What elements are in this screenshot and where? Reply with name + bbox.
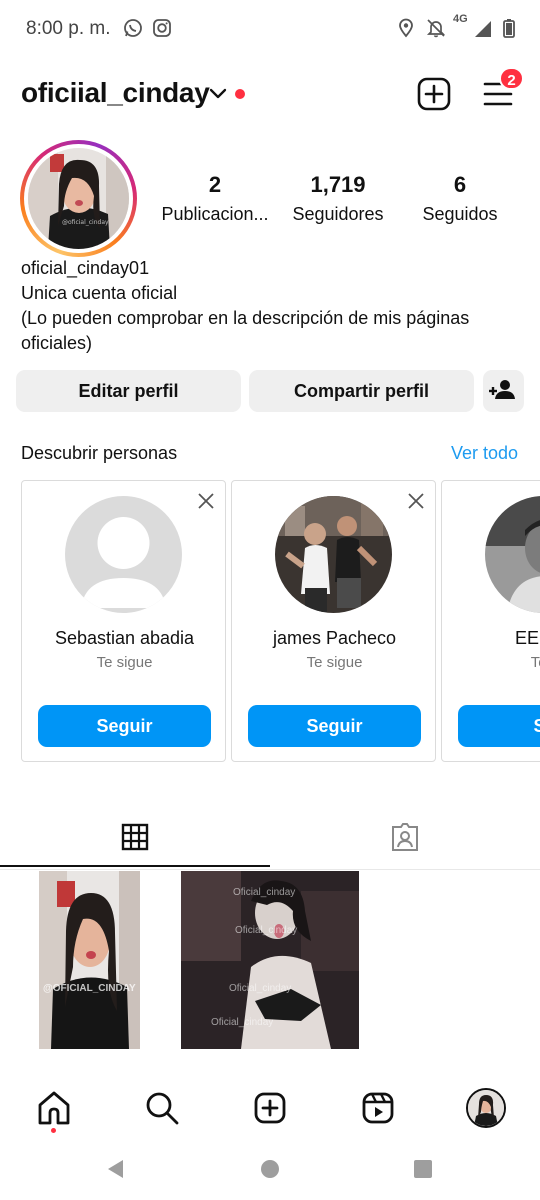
active-tab-indicator <box>0 865 270 867</box>
whatsapp-icon <box>124 19 142 37</box>
post-thumbnail[interactable]: Oficial_cinday Oficial_cinday Oficial_ci… <box>181 871 359 1049</box>
network-type: 4G <box>453 13 468 25</box>
post-watermark: Oficial_cinday <box>229 983 292 994</box>
stat-followers[interactable]: 1,719 Seguidores <box>273 172 403 225</box>
discover-title: Descubrir personas <box>21 443 178 463</box>
profile-avatar[interactable]: @oficial_cinday <box>20 140 137 257</box>
create-post-icon[interactable] <box>416 76 452 112</box>
post-watermark: Oficial_cinday <box>233 887 296 898</box>
close-icon[interactable] <box>197 492 215 510</box>
see-all-link[interactable]: Ver todo <box>451 443 518 464</box>
location-icon <box>399 18 413 38</box>
bio-line: oficiales) <box>21 333 93 353</box>
profile-avatar-icon <box>468 1090 504 1126</box>
instagram-icon <box>153 19 171 37</box>
avatar-photo <box>485 496 540 613</box>
post-photo <box>39 871 140 1049</box>
grid-icon <box>121 823 149 851</box>
svg-text:@oficial_cinday: @oficial_cinday <box>62 219 109 226</box>
create-icon[interactable] <box>250 1088 290 1128</box>
system-navigation-bar <box>0 1140 540 1200</box>
profile-tabs <box>0 808 540 870</box>
status-bar: 8:00 p. m. 4G <box>0 0 540 58</box>
post-watermark: Oficial_cinday <box>235 925 298 936</box>
suggestion-avatar[interactable] <box>65 496 182 613</box>
suggestion-avatar[interactable] <box>275 496 392 613</box>
tab-posts-grid[interactable] <box>0 808 270 868</box>
suggestion-subtitle: Te sigue <box>306 654 363 671</box>
suggestion-card: Sebastian abadia Te sigue Seguir <box>21 480 226 762</box>
follow-button[interactable]: Se <box>458 705 540 747</box>
avatar-photo <box>275 496 392 613</box>
post-watermark: @OFICIAL_CINDAY <box>43 983 136 994</box>
suggestion-name: james Pacheco <box>272 628 397 648</box>
share-profile-button[interactable]: Compartir perfil <box>249 370 474 412</box>
profile-header: oficiial_cinday 2 <box>0 67 540 120</box>
home-circle-icon[interactable] <box>259 1158 281 1180</box>
tab-tagged[interactable] <box>270 808 540 868</box>
follow-button[interactable]: Seguir <box>38 705 211 747</box>
suggestion-subtitle: Te s <box>530 654 540 671</box>
bottom-navigation <box>0 1076 540 1140</box>
suggestion-card: EEl RR Te s Se <box>441 480 540 762</box>
account-switcher[interactable]: oficiial_cinday <box>21 77 210 109</box>
stat-followers-value: 1,719 <box>310 172 366 197</box>
close-icon[interactable] <box>407 492 425 510</box>
suggestion-subtitle: Te sigue <box>96 654 153 671</box>
home-activity-dot <box>51 1128 56 1133</box>
notification-dot <box>235 89 245 99</box>
notification-badge: 2 <box>499 67 524 90</box>
back-icon[interactable] <box>105 1158 127 1180</box>
status-time: 8:00 p. m. <box>26 18 111 39</box>
profile-tab[interactable] <box>466 1088 506 1128</box>
stat-following-value: 6 <box>453 172 467 197</box>
tagged-icon <box>392 823 418 851</box>
suggestions-carousel[interactable]: Sebastian abadia Te sigue Seguir james P… <box>21 480 540 763</box>
default-avatar-icon <box>65 496 182 613</box>
follow-button[interactable]: Seguir <box>248 705 421 747</box>
bio-line: Unica cuenta oficial <box>21 283 178 303</box>
discover-people-button[interactable] <box>483 370 524 412</box>
stat-posts-label: Publicacion... <box>161 204 269 224</box>
bio-line: (Lo pueden comprobar en la descripción d… <box>21 308 470 328</box>
mute-icon <box>426 19 446 38</box>
post-watermark: Oficial_cinday <box>211 1017 274 1028</box>
battery-icon <box>503 19 515 38</box>
stat-following-label: Seguidos <box>422 204 498 224</box>
stat-followers-label: Seguidores <box>292 204 384 224</box>
stat-posts-value: 2 <box>208 172 222 197</box>
edit-profile-button[interactable]: Editar perfil <box>16 370 241 412</box>
signal-icon <box>475 21 491 37</box>
suggestion-name: EEl RR <box>514 628 540 648</box>
suggestion-name: Sebastian abadia <box>54 628 195 648</box>
search-icon[interactable] <box>142 1088 182 1128</box>
suggestion-avatar[interactable] <box>485 496 540 613</box>
avatar-photo: @oficial_cinday <box>28 148 129 249</box>
suggestion-card: james Pacheco Te sigue Seguir <box>231 480 436 762</box>
profile-name: oficial_cinday01 <box>21 258 150 278</box>
home-icon[interactable] <box>34 1088 74 1128</box>
reels-icon[interactable] <box>358 1088 398 1128</box>
stat-posts[interactable]: 2 Publicacion... <box>150 172 280 225</box>
recents-icon[interactable] <box>412 1158 434 1180</box>
stat-following[interactable]: 6 Seguidos <box>395 172 525 225</box>
add-person-icon <box>489 380 515 399</box>
post-thumbnail[interactable]: @OFICIAL_CINDAY <box>39 871 140 1049</box>
chevron-down-icon[interactable] <box>209 86 227 100</box>
